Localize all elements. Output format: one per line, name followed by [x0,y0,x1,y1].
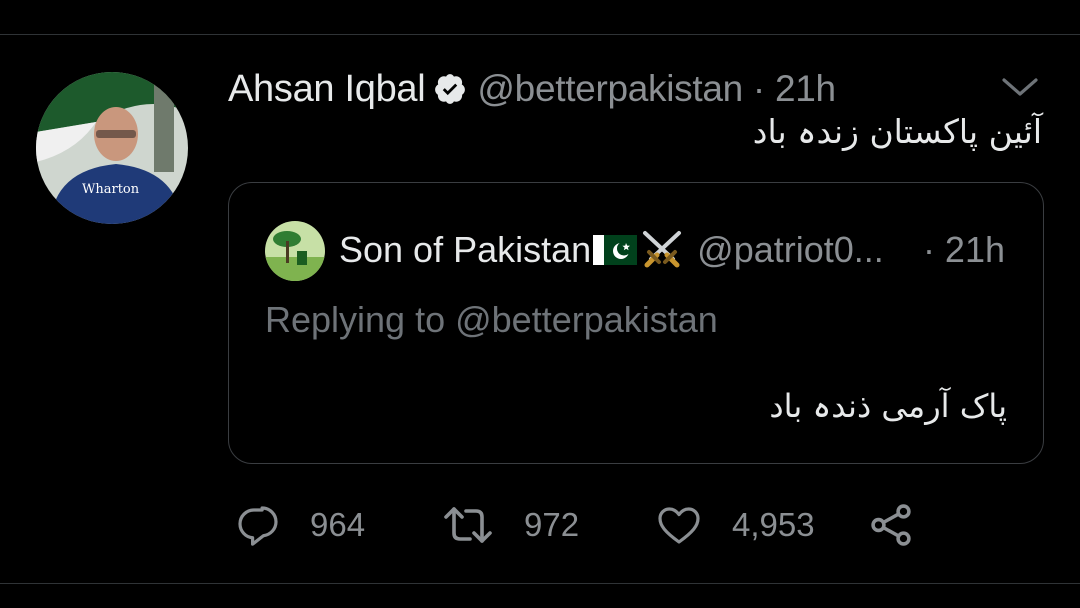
svg-text:Wharton: Wharton [82,182,140,197]
tweet-header: Ahsan Iqbal @betterpakistan · 21h [228,66,836,112]
retweet-button[interactable]: 972 [440,500,579,550]
author-handle[interactable]: @betterpakistan [477,68,743,110]
quote-author-avatar [265,221,325,281]
top-divider [0,34,1080,35]
chevron-down-icon[interactable] [998,70,1042,104]
quote-author-handle: @patriot0... [697,229,884,270]
like-count: 4,953 [732,506,815,543]
bottom-divider [0,583,1080,584]
swords-icon [639,229,685,271]
author-name[interactable]: Ahsan Iqbal [228,68,426,111]
share-icon [866,500,916,550]
quote-text: پاک آرمی ذندہ باد [769,387,1007,425]
tweet-time[interactable]: 21h [775,68,836,110]
retweet-count: 972 [524,506,580,543]
quote-header: Son of Pakistan @patriot0... [339,227,884,273]
meta-separator: · [752,68,765,109]
author-avatar[interactable]: Wharton [36,72,188,224]
share-button[interactable] [866,500,916,550]
reply-icon [234,501,282,549]
like-button[interactable]: 4,953 [654,500,815,550]
replying-to: Replying to @betterpakistan [265,299,718,340]
quote-time: · 21h [922,229,1005,270]
quoted-tweet-card[interactable]: Son of Pakistan @patriot0... · 21h Reply [228,182,1044,464]
verified-icon [433,72,467,106]
quote-author-name: Son of Pakistan [339,229,592,270]
flag-icon [593,235,638,265]
tweet-text: آئین پاکستان زندہ باد [752,112,1042,151]
like-icon [654,501,704,549]
reply-button[interactable]: 964 [234,500,365,550]
retweet-icon [440,501,496,549]
reply-count: 964 [310,506,366,543]
